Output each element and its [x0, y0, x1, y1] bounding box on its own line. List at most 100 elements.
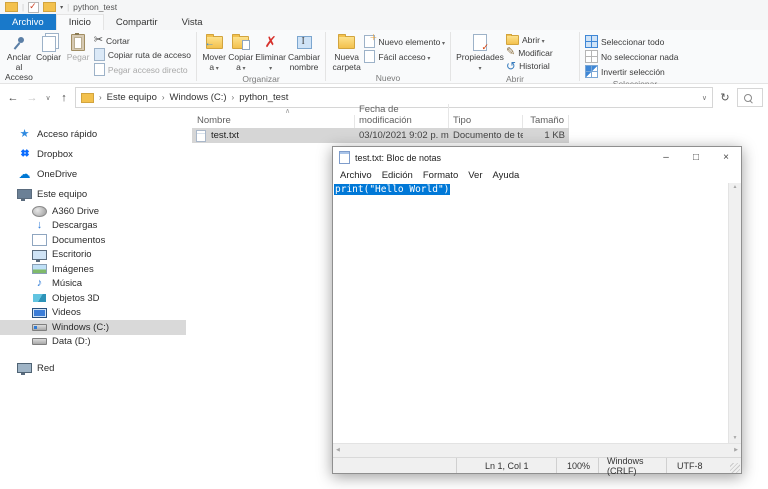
back-button[interactable]: ← [5, 92, 21, 104]
scroll-right-icon[interactable]: ▶ [734, 448, 738, 453]
copy-path-button[interactable]: Copiar ruta de acceso [94, 48, 191, 61]
qat-dropdown-icon[interactable]: ▾ [60, 4, 63, 11]
notepad-window: test.txt: Bloc de notas – □ × Archivo Ed… [332, 146, 742, 474]
sidebar-item-imagenes[interactable]: Imágenes [0, 262, 186, 277]
paste-shortcut-button[interactable]: Pegar acceso directo [94, 63, 191, 76]
sidebar-item-red[interactable]: Red [0, 358, 186, 378]
breadcrumb-windows-c[interactable]: Windows (C:) [170, 92, 227, 103]
refresh-icon[interactable]: ↻ [716, 91, 734, 104]
label: Escritorio [52, 249, 92, 260]
notepad-statusbar: Ln 1, Col 1 100% Windows (CRLF) UTF-8 [333, 457, 741, 473]
sidebar-item-data-d[interactable]: Data (D:) [0, 335, 186, 350]
paste-icon [71, 34, 85, 51]
menu-formato[interactable]: Formato [418, 170, 463, 181]
maximize-button[interactable]: □ [681, 147, 711, 168]
menu-ver[interactable]: Ver [463, 170, 487, 181]
column-header-tipo[interactable]: Tipo [449, 115, 523, 128]
recent-locations-icon[interactable]: ∨ [43, 94, 53, 102]
sidebar-item-acceso-rapido[interactable]: ★ Acceso rápido [0, 124, 186, 144]
scroll-left-icon[interactable]: ◀ [336, 448, 340, 453]
select-all-icon [585, 35, 598, 48]
breadcrumb-separator: › [162, 93, 165, 102]
new-folder-quick-access-icon[interactable] [43, 2, 56, 12]
edit-button[interactable]: ✎ Modificar [506, 47, 553, 58]
paste-button[interactable]: Pegar [64, 33, 91, 62]
column-header-fecha[interactable]: Fecha de modificación [355, 104, 449, 128]
vertical-scrollbar[interactable]: ▲ ▼ [728, 183, 741, 443]
delete-button[interactable]: ✗ Eliminar [255, 33, 286, 73]
copy-to-button[interactable]: Copiar a [228, 33, 253, 73]
sidebar-item-escritorio[interactable]: Escritorio [0, 248, 186, 263]
column-header-nombre[interactable]: Nombre [193, 115, 355, 128]
tab-compartir[interactable]: Compartir [104, 14, 170, 30]
sidebar-item-este-equipo[interactable]: Este equipo [0, 184, 186, 204]
notepad-text-area[interactable]: print("Hello World") ▲ ▼ [333, 183, 741, 443]
menu-archivo[interactable]: Archivo [335, 170, 377, 181]
label: Descargas [52, 220, 97, 231]
breadcrumb-este-equipo[interactable]: Este equipo [107, 92, 157, 103]
new-folder-button[interactable]: Nueva carpeta [331, 33, 362, 72]
label: Eliminar [255, 52, 286, 62]
sidebar-item-documentos[interactable]: Documentos [0, 233, 186, 248]
move-to-button[interactable]: ← Mover a [202, 33, 226, 73]
breadcrumb-python-test[interactable]: python_test [239, 92, 288, 103]
label: OneDrive [37, 169, 77, 180]
status-zoom-level: 100% [556, 458, 598, 473]
close-button[interactable]: × [711, 147, 741, 168]
open-button[interactable]: Abrir [506, 35, 553, 45]
history-button[interactable]: ↺ Historial [506, 60, 553, 72]
properties-button[interactable]: ✓ Propiedades [456, 33, 504, 73]
dropdown-icon [478, 62, 481, 73]
invert-selection-button[interactable]: Invertir selección [585, 65, 679, 78]
sidebar-item-musica[interactable]: ♪ Música [0, 277, 186, 292]
breadcrumb-separator: › [99, 93, 102, 102]
globe-icon [32, 206, 47, 217]
breadcrumb-separator: › [232, 93, 235, 102]
search-input[interactable] [737, 88, 763, 107]
paste-shortcut-icon [94, 63, 105, 76]
tab-archivo[interactable]: Archivo [0, 14, 56, 30]
sidebar-item-dropbox[interactable]: ◆◆◆◆ Dropbox [0, 144, 186, 164]
sidebar-item-objetos-3d[interactable]: Objetos 3D [0, 291, 186, 306]
rename-button[interactable]: Cambiar nombre [288, 33, 320, 72]
column-header-tamano[interactable]: Tamaño [523, 115, 569, 128]
forward-button[interactable]: → [24, 92, 40, 104]
select-none-button[interactable]: No seleccionar nada [585, 50, 679, 63]
label: Nueva [334, 52, 359, 62]
new-item-button[interactable]: ＋ Nuevo elemento [364, 35, 445, 48]
label: A360 Drive [52, 206, 99, 217]
sidebar-item-descargas[interactable]: ↓ Descargas [0, 219, 186, 234]
cube-icon [33, 294, 46, 302]
label: Pegar acceso directo [108, 65, 188, 75]
explorer-titlebar: | ▾ | python_test [0, 0, 768, 14]
scroll-up-icon[interactable]: ▲ [733, 185, 738, 190]
label: Windows (C:) [52, 322, 109, 333]
menu-ayuda[interactable]: Ayuda [488, 170, 525, 181]
copy-button[interactable]: Copiar [35, 33, 62, 62]
sidebar-item-a360-drive[interactable]: A360 Drive [0, 204, 186, 219]
notepad-titlebar[interactable]: test.txt: Bloc de notas – □ × [333, 147, 741, 168]
resize-grip[interactable] [730, 463, 740, 473]
pin-icon [12, 36, 26, 50]
cut-button[interactable]: ✂ Cortar [94, 35, 191, 46]
minimize-button[interactable]: – [651, 147, 681, 168]
ribbon: Anclar al Acceso rápido Copiar Pegar ✂ C… [0, 30, 768, 84]
tab-inicio[interactable]: Inicio [56, 14, 104, 30]
easy-access-button[interactable]: Fácil acceso [364, 50, 445, 63]
up-button[interactable]: ↑ [56, 92, 72, 104]
cloud-icon: ☁ [18, 168, 31, 180]
label: Mover [202, 52, 226, 62]
status-spacer [333, 458, 456, 473]
tab-vista[interactable]: Vista [170, 14, 215, 30]
sidebar-item-videos[interactable]: Videos [0, 306, 186, 321]
sidebar-item-onedrive[interactable]: ☁ OneDrive [0, 164, 186, 184]
menu-edicion[interactable]: Edición [377, 170, 418, 181]
select-all-button[interactable]: Seleccionar todo [585, 35, 679, 48]
new-folder-icon [338, 36, 355, 49]
address-dropdown-icon[interactable]: ∨ [702, 94, 707, 102]
horizontal-scrollbar[interactable]: ◀ ▶ [333, 443, 741, 457]
properties-quick-access-icon[interactable] [28, 2, 39, 13]
table-row[interactable]: test.txt 03/10/2021 9:02 p. m. Documento… [192, 128, 569, 143]
sidebar-item-windows-c[interactable]: Windows (C:) [0, 320, 186, 335]
scroll-down-icon[interactable]: ▼ [733, 436, 738, 441]
